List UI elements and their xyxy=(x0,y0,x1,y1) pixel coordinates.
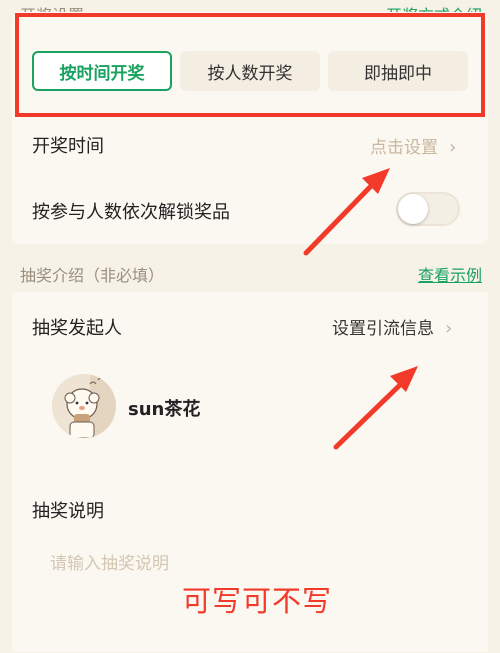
arrow-to-traffic-info xyxy=(333,366,418,450)
annotation-arrows xyxy=(303,168,418,450)
arrow-to-draw-time xyxy=(303,168,390,256)
